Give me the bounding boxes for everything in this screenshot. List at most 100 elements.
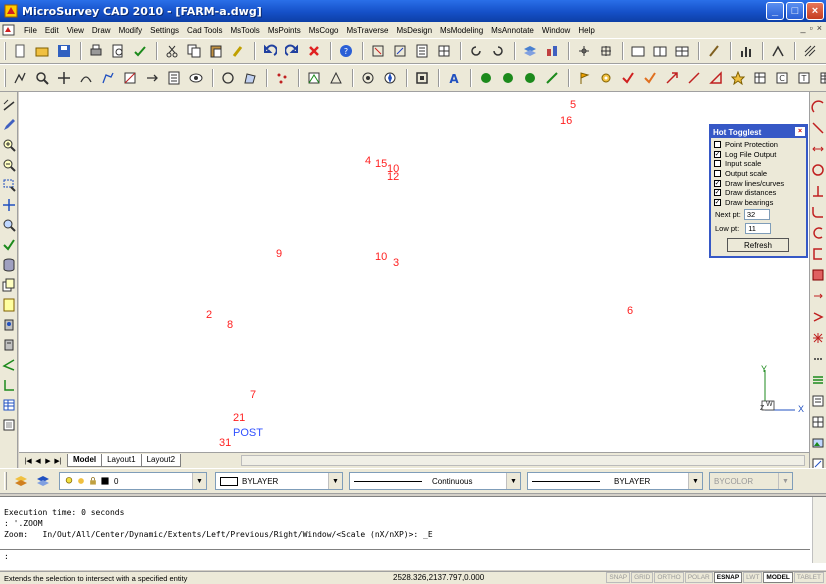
save-button[interactable]: [54, 41, 74, 61]
refresh-button[interactable]: Refresh: [727, 238, 789, 253]
zoom-realtime-button[interactable]: [32, 68, 52, 88]
palette-title-bar[interactable]: Hot Togglest ×: [711, 126, 806, 138]
point-label[interactable]: 16: [560, 115, 572, 127]
text-box-2-button[interactable]: T: [794, 68, 814, 88]
menu-settings[interactable]: Settings: [146, 26, 183, 35]
new-button[interactable]: [10, 41, 30, 61]
lwt-toggle[interactable]: LWT: [743, 572, 763, 583]
tablet-toggle[interactable]: TABLET: [793, 572, 824, 583]
checkbox-draw-bearings[interactable]: ✓: [714, 198, 721, 206]
point-label[interactable]: 7: [250, 389, 256, 401]
green-dot-2-button[interactable]: [498, 68, 518, 88]
polyline-button[interactable]: [10, 68, 30, 88]
tab-nav-next[interactable]: ▶: [43, 455, 53, 467]
snap-toggle[interactable]: SNAP: [606, 572, 631, 583]
layer-control-button[interactable]: [304, 68, 324, 88]
point-label[interactable]: 4: [365, 155, 371, 167]
hatch-tool-button[interactable]: [750, 68, 770, 88]
blocks-button[interactable]: [542, 41, 562, 61]
esnap-toggle[interactable]: ESNAP: [713, 572, 743, 583]
lineweight-dropdown[interactable]: BYLAYER ▼: [527, 472, 703, 490]
right-tool-curve[interactable]: [810, 224, 826, 242]
regen-button[interactable]: [390, 41, 410, 61]
check-mark-button[interactable]: [618, 68, 638, 88]
inverse-button[interactable]: [142, 68, 162, 88]
checkbox-point-protection[interactable]: [714, 141, 721, 149]
checkbox-input-scale[interactable]: [714, 160, 721, 168]
menu-cad-tools[interactable]: Cad Tools: [183, 26, 226, 35]
left-tool-pencil[interactable]: [1, 116, 17, 133]
right-tool-fillet[interactable]: [810, 203, 826, 221]
check-mark-2-button[interactable]: [640, 68, 660, 88]
chevron-down-icon[interactable]: ▼: [328, 473, 342, 489]
close-button[interactable]: ×: [806, 2, 824, 20]
minimize-button[interactable]: _: [766, 2, 784, 20]
right-tool-rect[interactable]: [810, 245, 826, 263]
left-tool-corner[interactable]: [1, 376, 17, 393]
match-properties-button[interactable]: [228, 41, 248, 61]
view2-button[interactable]: [650, 41, 670, 61]
flag-button[interactable]: [574, 68, 594, 88]
circle-button[interactable]: [218, 68, 238, 88]
palette-option[interactable]: Point Protection: [711, 140, 806, 150]
spell-check-button[interactable]: [130, 41, 150, 61]
menu-msannotate[interactable]: MsAnnotate: [487, 26, 538, 35]
left-tool-layers[interactable]: [1, 276, 17, 293]
chevron-down-icon[interactable]: ▼: [192, 473, 206, 489]
traverse-button[interactable]: [98, 68, 118, 88]
right-tool-perp[interactable]: [810, 182, 826, 200]
horizontal-scrollbar[interactable]: [241, 455, 805, 466]
tab-model[interactable]: Model: [67, 454, 103, 467]
checkbox-draw-distances[interactable]: ✓: [714, 189, 721, 197]
circle-target-button[interactable]: [358, 68, 378, 88]
text-button[interactable]: A: [444, 68, 464, 88]
hatch-button[interactable]: [800, 41, 820, 61]
right-tool-settings[interactable]: [810, 350, 826, 368]
left-tool-note[interactable]: [1, 296, 17, 313]
menu-draw[interactable]: Draw: [88, 26, 115, 35]
palette-option[interactable]: Output scale: [711, 169, 806, 179]
menu-help[interactable]: Help: [574, 26, 598, 35]
arrow-tool-button[interactable]: [662, 68, 682, 88]
chevron-down-icon[interactable]: ▼: [506, 473, 520, 489]
left-tool-data[interactable]: [1, 256, 17, 273]
tab-layout1[interactable]: Layout1: [101, 454, 142, 467]
drawing-canvas[interactable]: 5 16 4 15 10 12 9 10 3 2 8 6 7 21 POST 3…: [19, 92, 809, 452]
undo-button[interactable]: [260, 41, 280, 61]
right-tool-arc[interactable]: [810, 98, 826, 116]
plotstyle-dropdown[interactable]: BYCOLOR ▼: [709, 472, 793, 490]
point-label[interactable]: 3: [393, 257, 399, 269]
left-tool-zoom-out[interactable]: [1, 156, 17, 173]
copy-button[interactable]: [184, 41, 204, 61]
cogo-button[interactable]: [120, 68, 140, 88]
point-label[interactable]: 2: [206, 309, 212, 321]
properties-button[interactable]: [412, 41, 432, 61]
menu-msdesign[interactable]: MsDesign: [392, 26, 436, 35]
right-tool-star[interactable]: [810, 329, 826, 347]
document-icon[interactable]: [2, 24, 16, 36]
chevron-down-icon[interactable]: ▼: [778, 473, 792, 489]
print-button[interactable]: [86, 41, 106, 61]
left-tool-zoom-in[interactable]: [1, 136, 17, 153]
view3-button[interactable]: [672, 41, 692, 61]
tab-layout2[interactable]: Layout2: [140, 454, 182, 467]
osnap-button[interactable]: [596, 41, 616, 61]
redo-button[interactable]: [282, 41, 302, 61]
linetype-dropdown[interactable]: Continuous ▼: [349, 472, 521, 490]
right-tool-grid[interactable]: [810, 413, 826, 431]
green-line-button[interactable]: [542, 68, 562, 88]
left-tool-line[interactable]: [1, 96, 17, 113]
tab-nav-prev[interactable]: ◀: [33, 455, 43, 467]
area-button[interactable]: [240, 68, 260, 88]
command-input[interactable]: :: [0, 549, 810, 563]
mdi-close-button[interactable]: ×: [817, 23, 822, 33]
design-center-button[interactable]: [434, 41, 454, 61]
pan-button[interactable]: [54, 68, 74, 88]
locate-button[interactable]: [186, 68, 206, 88]
left-tool-table[interactable]: [1, 396, 17, 413]
layer-dropdown[interactable]: 0 ▼: [59, 472, 207, 490]
left-tool-angle[interactable]: [1, 356, 17, 373]
brush-button[interactable]: [704, 41, 724, 61]
palette-option[interactable]: ✓ Draw lines/curves: [711, 178, 806, 188]
point-label[interactable]: 15: [375, 158, 387, 170]
